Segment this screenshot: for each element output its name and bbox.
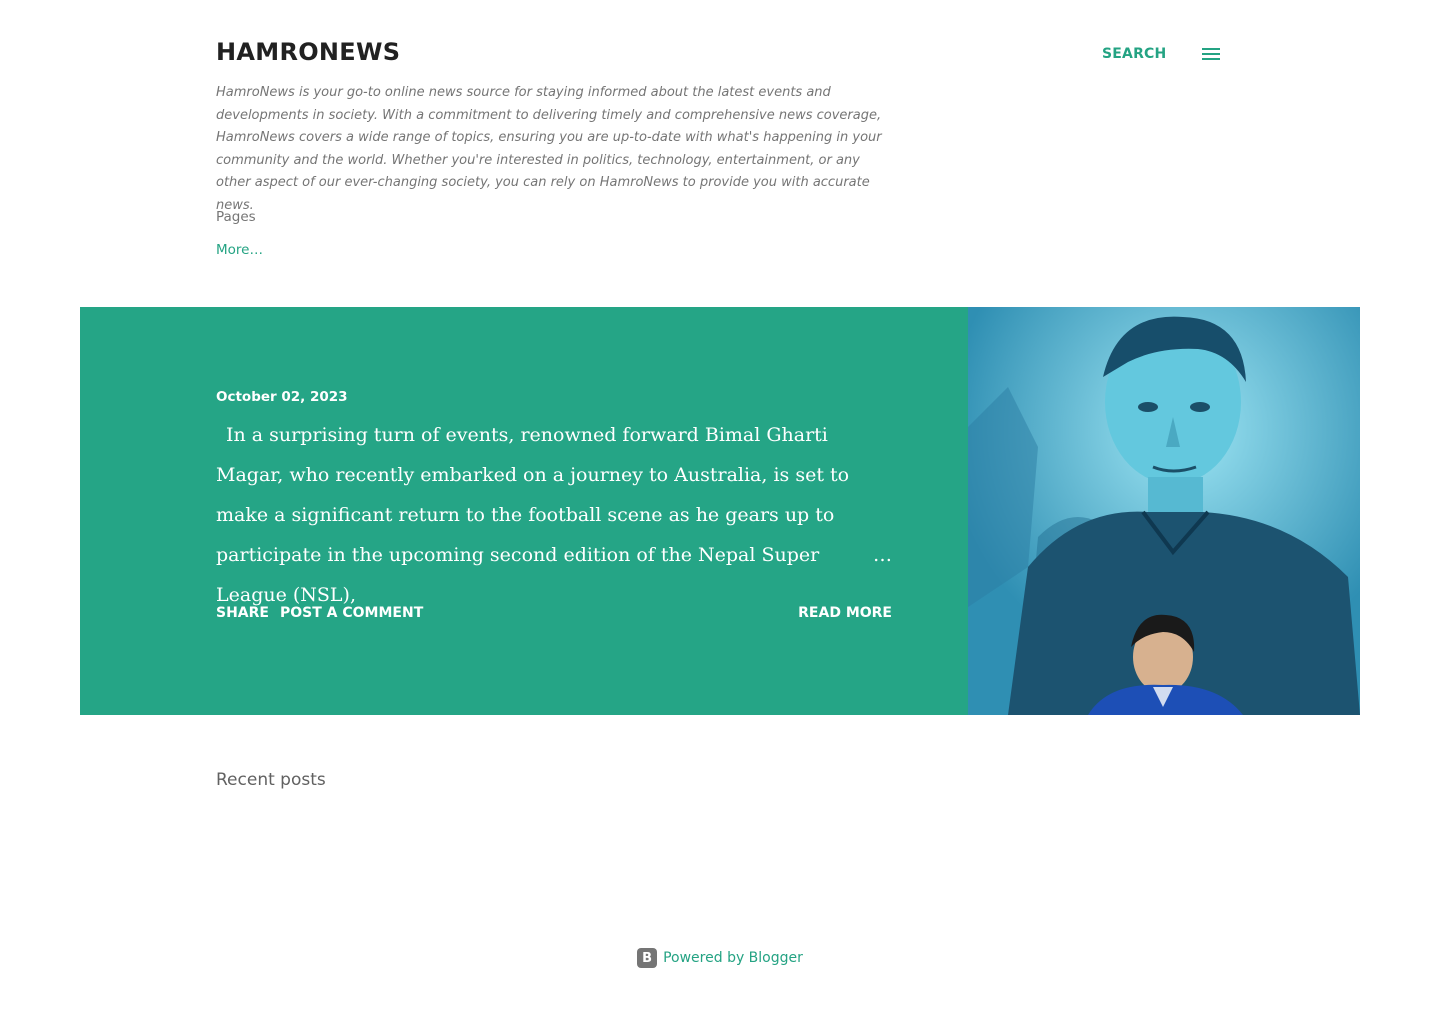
share-button[interactable]: Share (216, 605, 269, 621)
post-date[interactable]: October 02, 2023 (216, 389, 348, 405)
read-more-button[interactable]: Read more (798, 605, 892, 621)
football-player-illustration (968, 307, 1360, 715)
blog-title[interactable]: HamroNews (216, 38, 400, 66)
powered-by-text: Powered by Blogger (663, 950, 803, 966)
snippet-ellipsis: … (873, 544, 892, 566)
featured-post: October 02, 2023 In a surprising turn of… (80, 307, 1360, 715)
post-snippet[interactable]: In a surprising turn of events, renowned… (216, 415, 892, 615)
blogger-icon: B (637, 948, 658, 968)
featured-post-content: October 02, 2023 In a surprising turn of… (216, 307, 892, 715)
powered-by-blogger-link[interactable]: B Powered by Blogger (637, 948, 803, 968)
pages-label: Pages (216, 209, 256, 225)
menu-icon[interactable] (1202, 48, 1222, 64)
pages-more-link[interactable]: More… (216, 242, 263, 258)
blog-description: HamroNews is your go-to online news sour… (216, 85, 882, 213)
featured-post-image[interactable] (968, 307, 1360, 715)
footer: B Powered by Blogger (0, 948, 1440, 968)
post-comment-button[interactable]: Post a Comment (280, 605, 423, 621)
search-button[interactable]: Search (1102, 46, 1166, 62)
recent-posts-heading: Recent posts (216, 770, 326, 790)
